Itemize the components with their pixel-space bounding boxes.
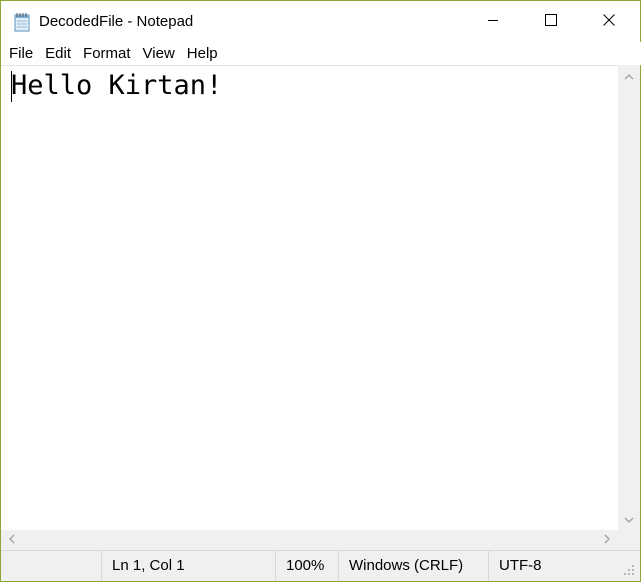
close-button[interactable] [580,1,638,42]
horizontal-scrollbar[interactable] [1,530,618,550]
editor-content[interactable]: Hello Kirtan! [11,69,222,103]
status-bar: Ln 1, Col 1 100% Windows (CRLF) UTF-8 [1,550,640,581]
scroll-up-button[interactable] [618,67,640,85]
cursor-position: Ln 1, Col 1 [101,551,275,581]
vertical-scrollbar[interactable] [618,65,640,530]
menu-format[interactable]: Format [77,43,137,65]
menu-help[interactable]: Help [181,43,224,65]
menu-edit[interactable]: Edit [39,43,77,65]
text-editor[interactable]: Hello Kirtan! [1,65,618,531]
scroll-down-button[interactable] [618,510,640,528]
menu-view[interactable]: View [137,43,181,65]
close-icon [603,13,615,31]
resize-grip-icon[interactable] [622,563,636,577]
scroll-right-button[interactable] [596,530,618,550]
scrollbar-corner [618,530,640,550]
chevron-right-icon [604,531,610,549]
notepad-window: DecodedFile - Notepad File Edit Format V… [0,0,641,582]
minimize-icon [487,13,499,31]
maximize-icon [545,13,557,31]
chevron-up-icon [624,67,634,85]
encoding: UTF-8 [488,551,618,581]
maximize-button[interactable] [522,1,580,42]
chevron-left-icon [9,531,15,549]
window-title: DecodedFile - Notepad [39,13,194,30]
minimize-button[interactable] [464,1,522,42]
menu-bar: File Edit Format View Help [1,42,641,65]
title-bar[interactable]: DecodedFile - Notepad [1,1,640,42]
notepad-icon[interactable] [13,12,31,32]
chevron-down-icon [624,510,634,528]
line-ending: Windows (CRLF) [338,551,488,581]
menu-file[interactable]: File [3,43,39,65]
zoom-level: 100% [275,551,338,581]
scroll-left-button[interactable] [1,530,23,550]
text-caret [11,71,12,102]
